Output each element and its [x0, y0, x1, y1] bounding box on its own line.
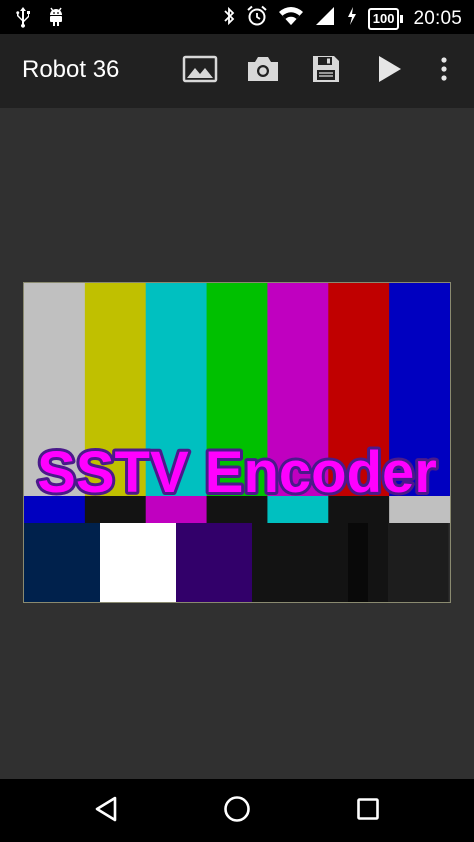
pluge-block: [328, 523, 349, 602]
app-bar: Robot 36: [0, 34, 474, 108]
status-right-icons: 100 20:05: [222, 5, 462, 32]
pluge-block: [176, 523, 253, 602]
save-icon: [310, 53, 342, 90]
app-title: Robot 36: [22, 56, 120, 83]
play-icon: [374, 54, 404, 89]
battery-level: 100: [367, 7, 400, 30]
alarm-icon: [246, 5, 268, 32]
status-left-icons: [14, 6, 66, 33]
battery-tip: [400, 14, 404, 23]
pluge-block: [100, 523, 177, 602]
pluge-block: [348, 523, 369, 602]
pick-image-button[interactable]: [182, 53, 218, 89]
pluge-block: [388, 523, 449, 602]
recents-icon: [355, 796, 381, 827]
charging-icon: [346, 5, 358, 32]
save-button[interactable]: [308, 53, 344, 89]
overlay-text: SSTV Encoder: [37, 440, 437, 505]
cell-signal-icon: [314, 5, 336, 32]
home-icon: [222, 794, 252, 829]
pluge-block: [252, 523, 329, 602]
play-button[interactable]: [371, 53, 407, 89]
battery-indicator: 100: [367, 7, 404, 30]
overflow-menu-button[interactable]: [426, 53, 462, 89]
more-vert-icon: [439, 55, 449, 88]
camera-icon: [245, 54, 281, 89]
android-debug-icon: [46, 6, 66, 33]
status-time: 20:05: [413, 7, 462, 29]
recents-button[interactable]: [350, 793, 386, 829]
take-photo-button[interactable]: [245, 53, 281, 89]
status-bar: 100 20:05: [0, 0, 474, 34]
image-icon: [182, 54, 218, 89]
home-button[interactable]: [219, 793, 255, 829]
test-pattern: SSTV Encoder: [24, 283, 450, 602]
pluge-block: [24, 523, 101, 602]
wifi-icon: [278, 5, 304, 32]
back-icon: [93, 795, 119, 828]
back-button[interactable]: [88, 793, 124, 829]
bluetooth-icon: [222, 5, 236, 32]
image-preview[interactable]: SSTV Encoder: [23, 282, 451, 603]
pluge-block: [368, 523, 389, 602]
usb-icon: [14, 6, 32, 33]
navigation-bar: [0, 779, 474, 842]
